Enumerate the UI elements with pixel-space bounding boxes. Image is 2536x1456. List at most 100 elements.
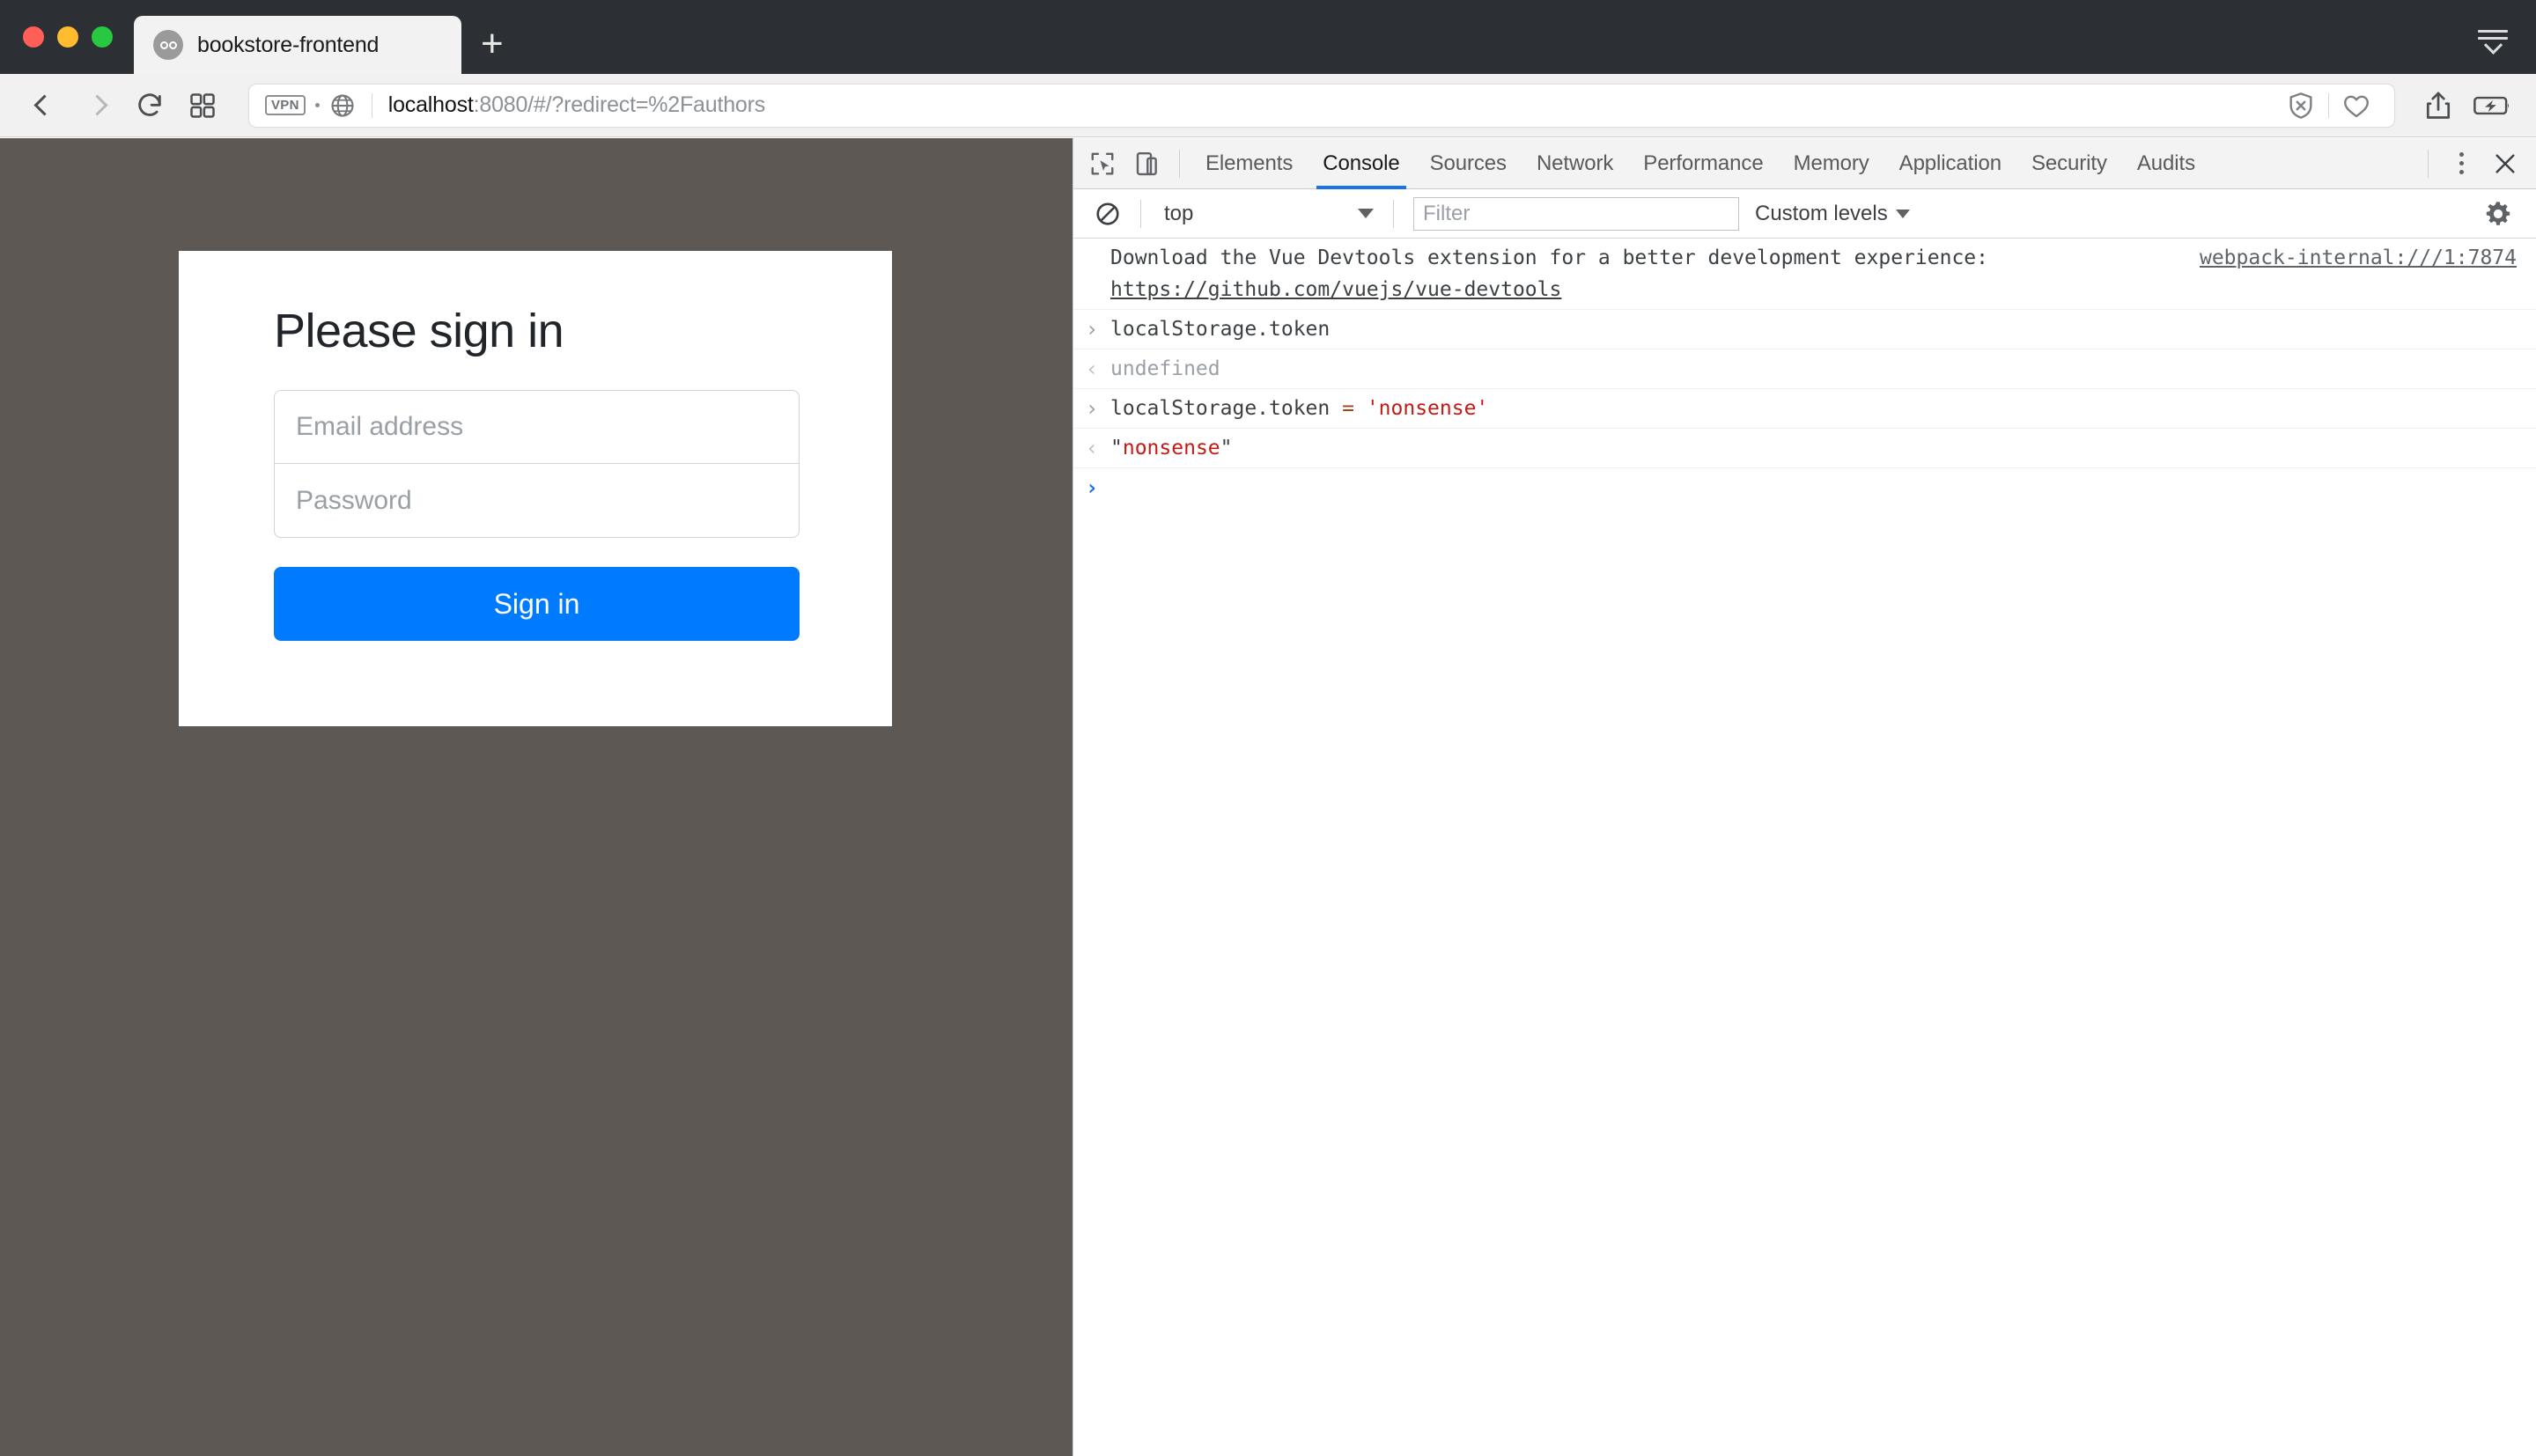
clear-console-icon	[1096, 202, 1119, 225]
tab-audits[interactable]: Audits	[2122, 138, 2210, 189]
page-viewport: Please sign in Email address Password Si…	[0, 138, 1073, 1456]
email-field[interactable]: Email address	[274, 390, 800, 464]
gear-icon	[2486, 201, 2510, 225]
close-window-button[interactable]	[23, 26, 44, 48]
show-all-tabs-icon[interactable]	[2473, 25, 2513, 60]
clear-console-button[interactable]	[1086, 193, 1130, 235]
reload-icon	[138, 92, 161, 116]
console-gutter-output: ‹	[1085, 436, 1099, 460]
address-bar[interactable]: VPN localhost:8080/#/?redirect=%2Fauthor…	[248, 83, 2395, 128]
execution-context-select[interactable]: top	[1152, 196, 1382, 232]
tab-performance[interactable]: Performance	[1628, 138, 1778, 189]
window-traffic-lights	[0, 26, 130, 74]
console-prompt-icon: ›	[1085, 475, 1099, 500]
console-token: "	[1110, 437, 1123, 460]
tab-console[interactable]: Console	[1308, 138, 1414, 189]
devtools-tabbar-actions	[2417, 143, 2536, 185]
console-output-text: "nonsense"	[1110, 432, 2536, 464]
console-filter-input[interactable]: Filter	[1413, 196, 1739, 231]
back-button[interactable]	[18, 84, 70, 128]
chevron-down-icon	[1895, 209, 1910, 218]
console-token: "	[1220, 437, 1233, 460]
back-chevron-icon	[33, 94, 55, 116]
browser-window: bookstore-frontend + VPN localhost:8080/…	[0, 0, 2536, 1456]
share-button[interactable]	[2414, 84, 2462, 128]
favorite-button[interactable]	[2333, 84, 2380, 128]
minimize-window-button[interactable]	[57, 26, 78, 48]
tab-overview-icon	[190, 92, 215, 118]
console-input-text: localStorage.token = 'nonsense'	[1110, 393, 2536, 424]
battery-charging-icon	[2473, 96, 2510, 114]
address-bar-url: localhost:8080/#/?redirect=%2Fauthors	[388, 92, 765, 118]
devtools-more-button[interactable]	[2439, 143, 2483, 185]
toggle-device-toolbar-button[interactable]	[1124, 143, 1168, 185]
url-path: :8080/#/?redirect=%2Fauthors	[473, 92, 766, 117]
execution-context-value: top	[1164, 201, 1194, 225]
new-tab-button[interactable]: +	[481, 25, 504, 63]
kebab-menu-icon	[2459, 152, 2464, 174]
url-host: localhost	[387, 92, 474, 117]
password-field[interactable]: Password	[274, 464, 800, 538]
console-input-row[interactable]: › localStorage.token = 'nonsense'	[1073, 389, 2536, 429]
reload-button[interactable]	[123, 84, 176, 128]
toggle-device-toolbar-icon	[1136, 151, 1157, 175]
console-message-line1: Download the Vue Devtools extension for …	[1110, 246, 1988, 269]
address-bar-actions	[2277, 84, 2385, 128]
tab-application[interactable]: Application	[1884, 138, 2016, 189]
page-title: Please sign in	[274, 305, 564, 357]
console-token: 'nonsense'	[1366, 397, 1489, 420]
console-message-text: Download the Vue Devtools extension for …	[1110, 242, 2200, 305]
console-prompt-row[interactable]: ›	[1073, 468, 2536, 507]
battery-status[interactable]	[2469, 84, 2517, 128]
console-output[interactable]: Download the Vue Devtools extension for …	[1073, 239, 2536, 1456]
tab-overview-button[interactable]	[176, 84, 229, 128]
console-message-source[interactable]: webpack-internal:///1:7874	[2200, 242, 2536, 274]
share-icon	[2426, 92, 2451, 119]
console-settings-button[interactable]	[2480, 193, 2524, 235]
toolbar-right-actions	[2414, 84, 2536, 128]
console-output-row[interactable]: ‹ "nonsense"	[1073, 429, 2536, 468]
console-output-row[interactable]: ‹ undefined	[1073, 349, 2536, 389]
console-levels-select[interactable]: Custom levels	[1755, 202, 1910, 226]
bookstore-favicon-icon	[153, 30, 183, 60]
separator-dot	[314, 103, 320, 107]
filterbar-divider-1	[1140, 199, 1141, 228]
browser-toolbar: VPN localhost:8080/#/?redirect=%2Fauthor…	[0, 74, 2536, 137]
forward-button[interactable]	[70, 84, 123, 128]
filterbar-divider-2	[1393, 199, 1394, 228]
console-levels-label: Custom levels	[1755, 201, 1888, 225]
vue-devtools-link[interactable]: https://github.com/vuejs/vue-devtools	[1110, 274, 2182, 305]
signin-card: Please sign in Email address Password Si…	[179, 251, 892, 726]
tabbar-right-divider	[2428, 149, 2429, 178]
devtools-tabbar: Elements Console Sources Network Perform…	[1073, 138, 2536, 189]
tab-elements[interactable]: Elements	[1191, 138, 1308, 189]
forward-chevron-icon	[85, 94, 108, 116]
tab-security[interactable]: Security	[2016, 138, 2122, 189]
tab-network[interactable]: Network	[1522, 138, 1628, 189]
browser-tab[interactable]: bookstore-frontend	[134, 16, 461, 74]
password-placeholder: Password	[296, 485, 412, 515]
shield-block-button[interactable]	[2277, 84, 2325, 128]
devtools-close-button[interactable]	[2483, 143, 2527, 185]
console-input-row[interactable]: › localStorage.token	[1073, 310, 2536, 349]
tab-sources[interactable]: Sources	[1415, 138, 1522, 189]
shield-block-icon	[2289, 92, 2312, 119]
globe-icon[interactable]	[329, 92, 356, 119]
tabbar-divider	[1179, 149, 1180, 178]
console-token: localStorage.token	[1110, 397, 1343, 420]
inspect-element-icon	[1091, 152, 1114, 174]
tab-memory[interactable]: Memory	[1779, 138, 1884, 189]
devtools-panel: Elements Console Sources Network Perform…	[1073, 138, 2536, 1456]
vpn-badge: VPN	[265, 95, 306, 115]
inspect-element-button[interactable]	[1080, 143, 1124, 185]
browser-tab-strip: bookstore-frontend +	[0, 0, 2536, 74]
console-filter-placeholder: Filter	[1423, 201, 1471, 225]
browser-tab-title: bookstore-frontend	[197, 32, 380, 57]
maximize-window-button[interactable]	[92, 26, 113, 48]
console-output-text: undefined	[1110, 357, 1220, 380]
signin-button[interactable]: Sign in	[274, 567, 800, 641]
console-message-log[interactable]: Download the Vue Devtools extension for …	[1073, 239, 2536, 310]
console-token: nonsense	[1122, 437, 1220, 460]
console-token: =	[1342, 397, 1367, 420]
console-gutter-input: ›	[1085, 396, 1099, 421]
